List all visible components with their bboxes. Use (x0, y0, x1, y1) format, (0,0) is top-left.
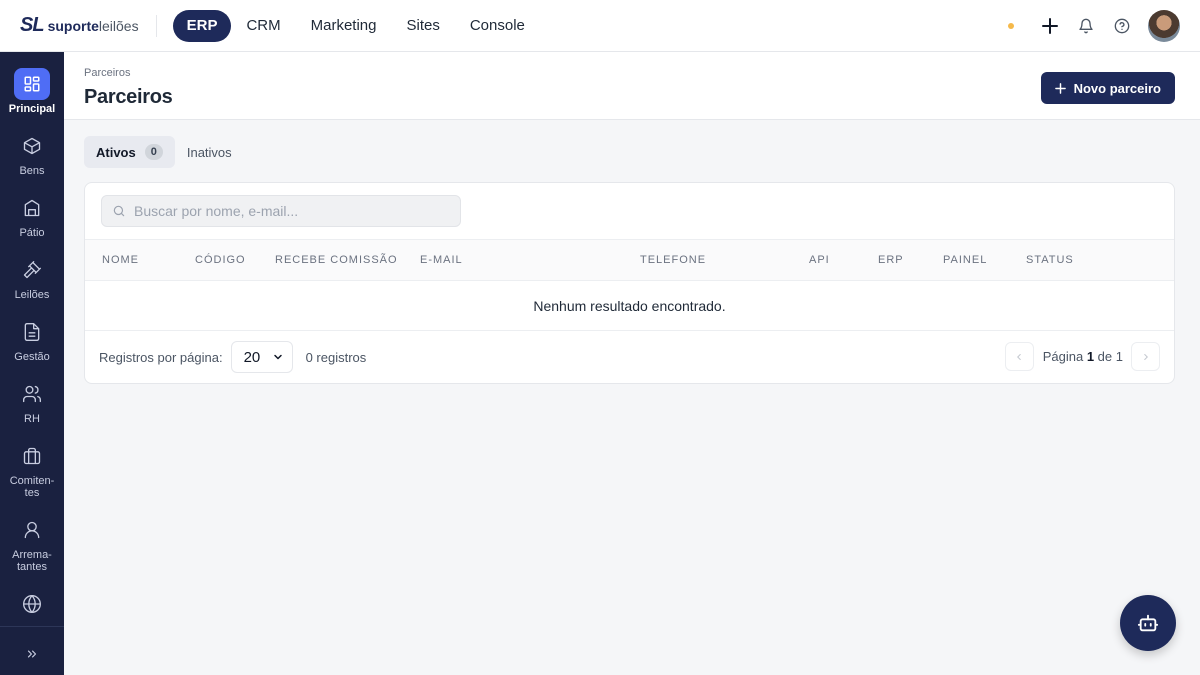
bell-icon[interactable] (1076, 16, 1096, 36)
nav-sites[interactable]: Sites (391, 10, 454, 42)
logo-text: suporteleilões (47, 17, 139, 34)
per-page-label: Registros por página: (99, 349, 223, 365)
sidebar-label: RH (24, 413, 40, 425)
brand-logo[interactable]: SL suporteleilões (20, 12, 139, 40)
sidebar-label: Gestão (14, 351, 50, 363)
grid-icon (14, 68, 50, 100)
column-header-recebe-comissao[interactable]: RECEBE COMISSÃO (275, 254, 398, 266)
box-icon (14, 130, 50, 162)
status-dot (1008, 23, 1014, 29)
logo-mark: SL (20, 14, 45, 36)
sidebar-item-bens[interactable]: Bens (0, 130, 64, 177)
breadcrumb[interactable]: Parceiros (84, 67, 130, 79)
sidebar-item-patio[interactable]: Pátio (0, 192, 64, 239)
top-bar: SL suporteleilões ERP CRM Marketing Site… (0, 0, 1200, 52)
help-icon[interactable] (1112, 16, 1132, 36)
tab-ativos[interactable]: Ativos 0 (84, 136, 175, 168)
column-header-telefone[interactable]: TELEFONE (640, 254, 706, 266)
avatar[interactable] (1148, 10, 1180, 42)
user-icon (14, 514, 50, 546)
partners-table-card: NOME CÓDIGO RECEBE COMISSÃO E-MAIL TELEF… (84, 182, 1175, 384)
sidebar-item-leiloes[interactable]: Leilões (0, 254, 64, 301)
search-icon (113, 205, 125, 217)
document-icon (14, 316, 50, 348)
tab-label: Inativos (186, 144, 232, 160)
briefcase-icon (14, 440, 50, 472)
table-header: NOME CÓDIGO RECEBE COMISSÃO E-MAIL TELEF… (85, 239, 1174, 281)
column-header-api[interactable]: API (809, 254, 830, 266)
chevron-right-icon (1143, 353, 1148, 360)
next-page-button[interactable] (1131, 342, 1160, 371)
sidebar-item-sites[interactable] (0, 588, 64, 620)
search-input[interactable] (134, 203, 454, 219)
prev-page-button[interactable] (1004, 342, 1034, 371)
sidebar-label: Principal (8, 103, 56, 115)
plus-icon (1054, 82, 1066, 94)
sidebar-divider (0, 626, 64, 627)
per-page-select[interactable]: 20 (230, 341, 293, 373)
sidebar-item-gestao[interactable]: Gestão (0, 316, 64, 363)
robot-icon (1137, 614, 1159, 632)
sidebar-item-comitentes[interactable]: Comiten- tes (0, 440, 64, 499)
count-badge: 0 (144, 144, 163, 160)
chevrons-right-icon (14, 638, 50, 670)
nav-crm[interactable]: CRM (231, 10, 295, 42)
sidebar-item-rh[interactable]: RH (0, 378, 64, 425)
records-count: 0 registros (305, 349, 367, 365)
plus-icon[interactable] (1040, 16, 1060, 36)
chevron-left-icon (1017, 353, 1021, 360)
new-partner-label: Novo parceiro (1073, 80, 1161, 96)
sidebar-label: Comiten- tes (9, 475, 55, 499)
status-tabs: Ativos 0 Inativos (84, 136, 244, 168)
page-title: Parceiros (84, 86, 173, 108)
sidebar-label: Arrema- tantes (12, 549, 52, 573)
tab-label: Ativos (96, 144, 136, 160)
table-footer: Registros por página: 20 0 registros Pág… (85, 331, 1174, 383)
globe-icon (14, 588, 50, 620)
column-header-erp[interactable]: ERP (878, 254, 904, 266)
nav-erp[interactable]: ERP (172, 9, 232, 42)
sidebar-item-arrematantes[interactable]: Arrema- tantes (0, 514, 64, 573)
divider (155, 14, 157, 37)
sidebar-item-principal[interactable]: Principal (0, 68, 64, 115)
column-header-painel[interactable]: PAINEL (943, 254, 987, 266)
warehouse-icon (14, 192, 50, 224)
sidebar-expand-button[interactable] (0, 638, 64, 670)
nav-console[interactable]: Console (455, 10, 540, 42)
top-actions (1008, 10, 1180, 42)
chevron-down-icon (273, 354, 282, 360)
gavel-icon (14, 254, 50, 286)
page-header: Parceiros Parceiros Novo parceiro (64, 52, 1200, 120)
nav-marketing[interactable]: Marketing (296, 10, 392, 42)
new-partner-button[interactable]: Novo parceiro (1040, 72, 1175, 104)
page-indicator: Página 1 de 1 (1042, 349, 1123, 364)
top-nav: ERP CRM Marketing Sites Console (172, 9, 540, 42)
sidebar-label: Leilões (14, 289, 50, 301)
column-header-email[interactable]: E-MAIL (420, 254, 463, 266)
search-box[interactable] (101, 195, 461, 227)
sidebar-label: Pátio (19, 227, 45, 239)
sidebar: Principal Bens Pátio Leilões Gestão RH C… (0, 52, 64, 675)
column-header-codigo[interactable]: CÓDIGO (195, 254, 246, 266)
per-page-value: 20 (243, 348, 261, 366)
column-header-status[interactable]: STATUS (1026, 254, 1074, 266)
users-icon (14, 378, 50, 410)
empty-state-message: Nenhum resultado encontrado. (85, 281, 1174, 331)
assistant-bot-button[interactable] (1120, 595, 1176, 651)
sidebar-label: Bens (19, 165, 45, 177)
tab-inativos[interactable]: Inativos (175, 136, 244, 168)
column-header-nome[interactable]: NOME (102, 254, 139, 266)
pagination: Página 1 de 1 (1004, 342, 1160, 371)
